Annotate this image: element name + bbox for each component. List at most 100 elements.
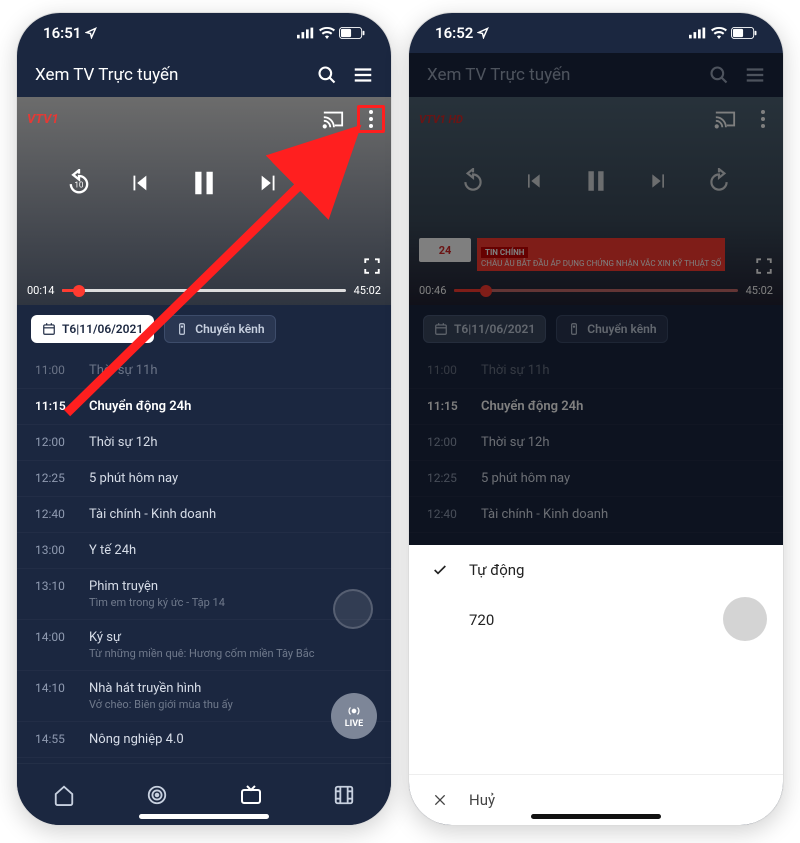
live-icon: [347, 704, 361, 718]
quality-sheet: Tự động 720 Huỷ: [409, 545, 783, 825]
schedule-time: 11:00: [35, 363, 75, 377]
modal-backdrop[interactable]: [409, 53, 783, 545]
schedule-title: Phim truyện: [89, 579, 373, 594]
player-controls: 10 10: [17, 163, 391, 203]
assistive-touch-button[interactable]: [333, 589, 373, 629]
status-time: 16:52: [435, 24, 473, 42]
schedule-time: 12:00: [35, 435, 75, 449]
quality-option[interactable]: Tự động: [409, 545, 783, 595]
date-picker-chip[interactable]: T6|11/06/2021: [31, 315, 154, 343]
schedule-title: Ký sự: [89, 630, 373, 645]
schedule-row[interactable]: 13:00 Y tế 24h: [17, 533, 391, 569]
wifi-icon: [319, 27, 335, 39]
check-icon: [431, 562, 449, 578]
switch-channel-chip[interactable]: Chuyển kênh: [164, 315, 275, 343]
schedule-title: Nông nghiệp 4.0: [89, 732, 373, 747]
schedule-subtitle: Từ những miền quê: Hương cốm miền Tây Bắ…: [89, 647, 373, 660]
signal-icon: [689, 27, 707, 39]
seek-bar[interactable]: 00:14 45:02: [27, 284, 381, 297]
forward-10-icon: 10: [315, 169, 343, 197]
schedule-title: Chuyển động 24h: [89, 399, 373, 414]
schedule-time: 14:10: [35, 681, 75, 695]
fullscreen-icon: [363, 257, 381, 275]
schedule-title: Thời sự 11h: [89, 363, 373, 378]
schedule-time: 14:55: [35, 732, 75, 746]
status-bar: 16:52: [409, 13, 783, 53]
nav-discover[interactable]: [135, 773, 179, 817]
schedule-title: Nhà hát truyền hình: [89, 681, 373, 696]
pause-icon: [189, 166, 219, 200]
more-options-button[interactable]: [357, 105, 385, 133]
schedule-row[interactable]: 12:40 Tài chính - Kinh doanh: [17, 497, 391, 533]
assistive-touch-button[interactable]: [723, 597, 767, 641]
schedule-subtitle: Tìm em trong ký ức - Tập 14: [89, 596, 373, 609]
home-indicator[interactable]: [531, 814, 661, 819]
switch-channel-label: Chuyển kênh: [195, 322, 264, 336]
schedule-row[interactable]: 14:00 Ký sự Từ những miền quê: Hương cốm m…: [17, 620, 391, 671]
search-icon: [317, 65, 337, 85]
schedule-time: 13:00: [35, 543, 75, 557]
location-icon: [477, 27, 489, 39]
current-time: 00:14: [27, 284, 54, 297]
schedule-row[interactable]: 12:00 Thời sự 12h: [17, 425, 391, 461]
svg-text:10: 10: [74, 180, 84, 190]
toolbar: T6|11/06/2021 Chuyển kênh: [17, 305, 391, 353]
schedule-row[interactable]: 12:25 5 phút hôm nay: [17, 461, 391, 497]
forward-10-button[interactable]: 10: [314, 168, 344, 198]
schedule-row[interactable]: 11:15 Chuyển động 24h: [17, 389, 391, 425]
signal-icon: [297, 27, 315, 39]
menu-button[interactable]: [351, 63, 375, 87]
cast-icon: [322, 109, 344, 129]
skip-next-icon: [258, 172, 280, 194]
hamburger-icon: [352, 64, 374, 86]
cancel-label: Huỷ: [469, 791, 495, 809]
status-bar: 16:51: [17, 13, 391, 53]
close-icon: [432, 792, 448, 808]
quality-label: 720: [469, 611, 494, 629]
schedule-time: 12:25: [35, 471, 75, 485]
battery-icon: [731, 27, 757, 39]
cast-button[interactable]: [319, 105, 347, 133]
schedule-time: 11:15: [35, 399, 75, 413]
tv-icon: [239, 783, 263, 807]
page-title: Xem TV Trực tuyến: [35, 65, 303, 85]
location-icon: [85, 27, 97, 39]
status-icons: [689, 27, 757, 39]
phone-2: 16:52 Xem TV Trực tuyến VTV1 HD: [408, 12, 784, 826]
previous-button[interactable]: [124, 168, 154, 198]
schedule-time: 14:00: [35, 630, 75, 644]
remote-icon: [175, 322, 189, 336]
nav-tv[interactable]: [229, 773, 273, 817]
seek-thumb[interactable]: [73, 285, 85, 297]
nav-home[interactable]: [42, 773, 86, 817]
quality-label: Tự động: [469, 561, 524, 579]
schedule-time: 13:10: [35, 579, 75, 593]
film-icon: [333, 784, 355, 806]
fullscreen-button[interactable]: [363, 257, 381, 279]
schedule-title: Y tế 24h: [89, 543, 373, 558]
video-player[interactable]: VTV1 10 10: [17, 97, 391, 305]
home-indicator[interactable]: [139, 814, 269, 819]
schedule-title: Tài chính - Kinh doanh: [89, 507, 373, 522]
skip-previous-icon: [128, 172, 150, 194]
nav-movies[interactable]: [322, 773, 366, 817]
status-icons: [297, 27, 365, 39]
status-time: 16:51: [43, 24, 81, 42]
rewind-10-button[interactable]: 10: [64, 168, 94, 198]
calendar-icon: [42, 322, 56, 336]
schedule-title: Thời sự 12h: [89, 435, 373, 450]
channel-logo: VTV1: [27, 112, 59, 127]
schedule-list[interactable]: 11:00 Thời sự 11h 11:15 Chuyển động 24h 12:0…: [17, 353, 391, 758]
battery-icon: [339, 27, 365, 39]
next-button[interactable]: [254, 168, 284, 198]
app-header: Xem TV Trực tuyến: [17, 53, 391, 97]
radar-icon: [146, 784, 168, 806]
schedule-time: 12:40: [35, 507, 75, 521]
home-icon: [53, 784, 75, 806]
search-button[interactable]: [315, 63, 339, 87]
schedule-subtitle: Vở chèo: Biên giới mùa thu ấy: [89, 698, 373, 711]
schedule-title: 5 phút hôm nay: [89, 471, 373, 486]
schedule-row[interactable]: 11:00 Thời sự 11h: [17, 353, 391, 389]
pause-button[interactable]: [184, 163, 224, 203]
live-fab[interactable]: LIVE: [331, 693, 377, 739]
